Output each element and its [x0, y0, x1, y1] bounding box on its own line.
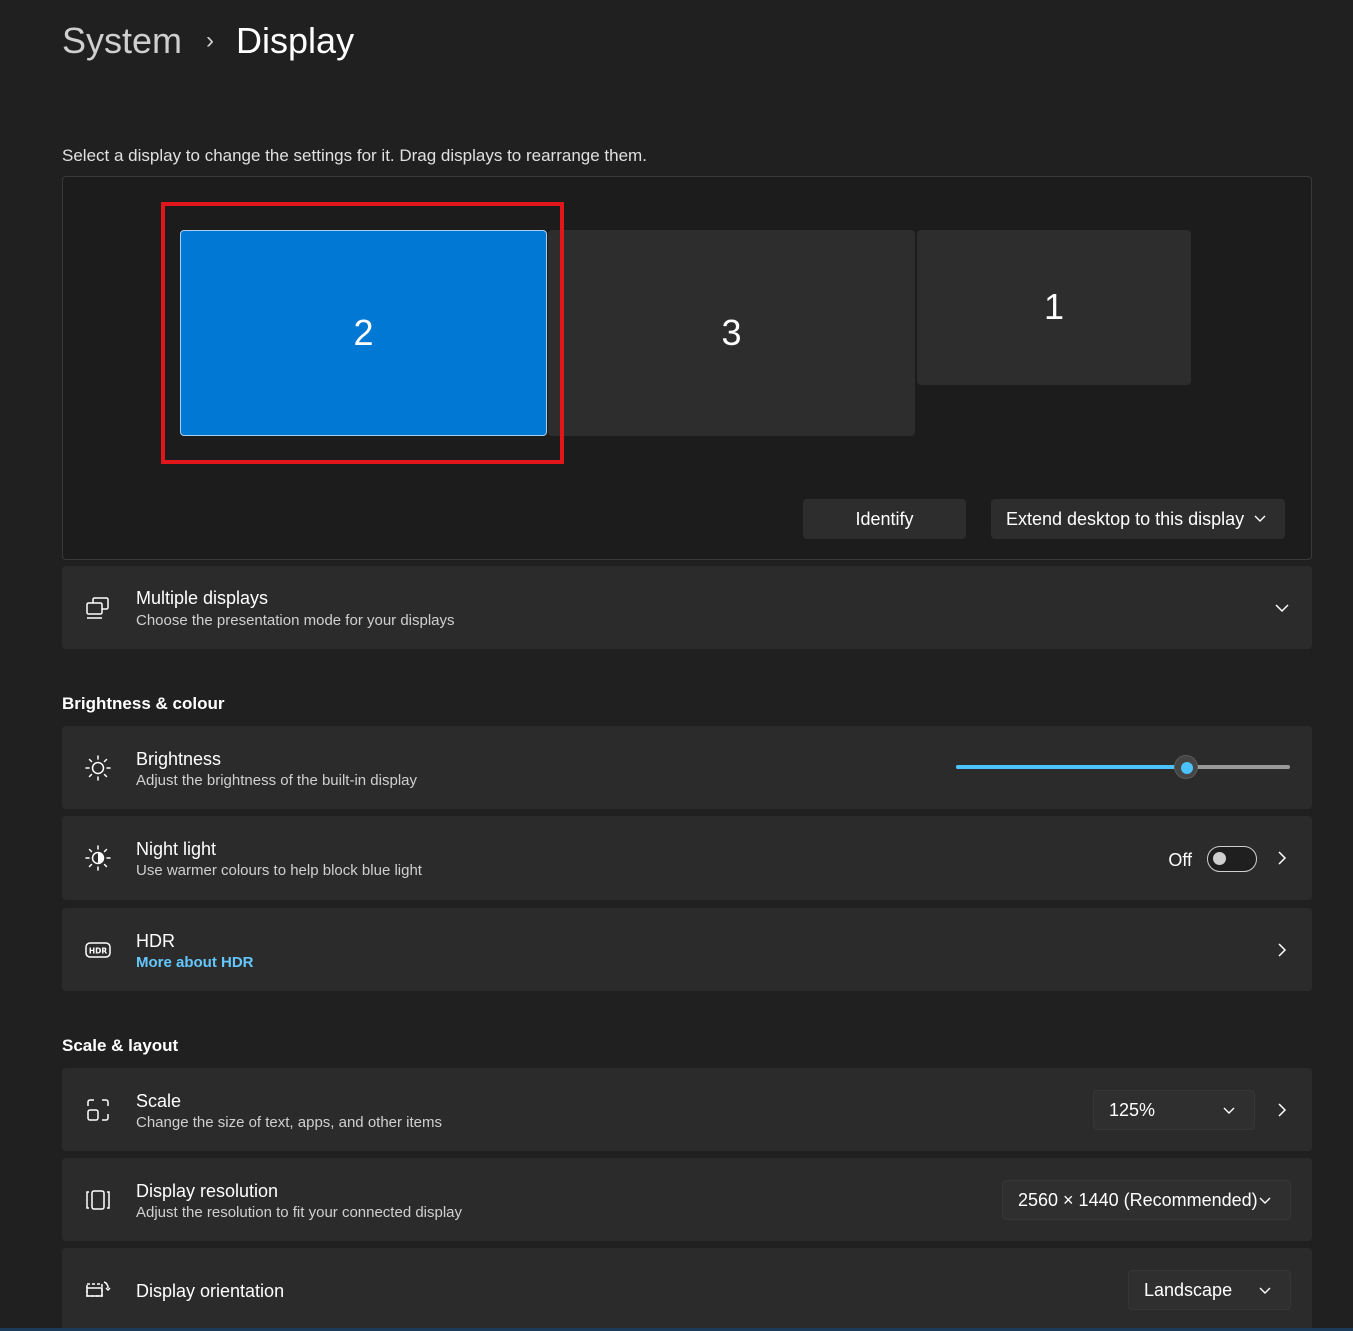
hdr-title: HDR	[136, 931, 175, 951]
resolution-subtitle: Adjust the resolution to fit your connec…	[136, 1204, 463, 1221]
multiple-displays-subtitle: Choose the presentation mode for your di…	[136, 612, 455, 629]
resolution-title: Display resolution	[136, 1181, 279, 1201]
brightness-slider-thumb[interactable]	[1174, 755, 1199, 779]
brightness-title: Brightness	[136, 749, 222, 769]
night-light-state-label: Off	[1168, 850, 1192, 870]
resolution-value: 2560 × 1440 (Recommended)	[1018, 1189, 1258, 1210]
monitor-1[interactable]: 1	[917, 230, 1191, 385]
hdr-card[interactable]: HDR HDR More about HDR	[62, 908, 1312, 991]
monitor-2[interactable]: 2	[180, 230, 547, 436]
monitor-number: 2	[353, 312, 374, 353]
breadcrumb-separator: ›	[206, 27, 215, 54]
chevron-down-icon	[1223, 1107, 1235, 1114]
scale-icon	[87, 1099, 109, 1121]
breadcrumb-system[interactable]: System	[62, 20, 182, 62]
monitor-number: 1	[1043, 285, 1065, 327]
page-title: Display	[236, 20, 355, 61]
night-light-card[interactable]: Night light Use warmer colours to help b…	[62, 816, 1312, 900]
chevron-down-icon	[1254, 515, 1266, 522]
identify-label: Identify	[855, 508, 914, 529]
chevron-down-icon	[1259, 1287, 1271, 1294]
monitor-3[interactable]: 3	[548, 230, 915, 436]
night-light-subtitle: Use warmer colours to help block blue li…	[136, 862, 422, 879]
multiple-displays-icon	[86, 597, 109, 619]
breadcrumb: System › Display	[62, 18, 354, 64]
extend-desktop-dropdown[interactable]: Extend desktop to this display	[991, 499, 1285, 539]
chevron-down-icon	[1259, 1197, 1271, 1204]
night-light-icon	[85, 845, 111, 871]
orientation-icon	[86, 1281, 111, 1297]
scale-title: Scale	[136, 1091, 182, 1111]
scale-dropdown[interactable]: 125%	[1093, 1090, 1255, 1130]
resolution-icon	[86, 1190, 110, 1210]
resolution-dropdown[interactable]: 2560 × 1440 (Recommended)	[1002, 1180, 1291, 1220]
brightness-slider-fill	[956, 765, 1187, 769]
hdr-icon: HDR	[85, 942, 111, 958]
more-about-hdr-link[interactable]: More about HDR	[136, 954, 254, 971]
brightness-slider[interactable]	[956, 755, 1290, 779]
orientation-title: Display orientation	[136, 1281, 285, 1301]
night-light-toggle[interactable]	[1207, 846, 1257, 872]
monitor-number: 3	[721, 312, 742, 353]
chevron-down-icon[interactable]	[1274, 598, 1290, 618]
settings-display-page: System › Display Select a display to cha…	[0, 0, 1353, 1331]
brightness-subtitle: Adjust the brightness of the built-in di…	[136, 772, 417, 789]
display-resolution-card: Display resolution Adjust the resolution…	[62, 1158, 1312, 1241]
chevron-right-icon[interactable]	[1274, 1100, 1290, 1120]
arrange-instructions: Select a display to change the settings …	[62, 146, 647, 165]
svg-text:HDR: HDR	[89, 947, 108, 956]
scale-card[interactable]: Scale Change the size of text, apps, and…	[62, 1068, 1312, 1151]
brightness-card: Brightness Adjust the brightness of the …	[62, 726, 1312, 809]
section-heading-scale: Scale & layout	[62, 1036, 179, 1055]
orientation-value: Landscape	[1144, 1279, 1233, 1300]
display-orientation-card: Display orientation Landscape	[62, 1248, 1312, 1331]
chevron-right-icon[interactable]	[1274, 940, 1290, 960]
identify-button[interactable]: Identify	[803, 499, 966, 539]
display-arrangement-panel: 2 3 1 Identify Extend desktop to this di…	[62, 176, 1312, 560]
chevron-right-icon[interactable]	[1274, 848, 1290, 868]
extend-desktop-label: Extend desktop to this display	[1006, 508, 1245, 529]
scale-subtitle: Change the size of text, apps, and other…	[136, 1114, 443, 1131]
orientation-dropdown[interactable]: Landscape	[1128, 1270, 1291, 1310]
section-heading-brightness: Brightness & colour	[62, 694, 225, 713]
night-light-title: Night light	[136, 839, 217, 859]
scale-value: 125%	[1109, 1099, 1156, 1120]
brightness-icon	[85, 755, 111, 781]
multiple-displays-card[interactable]: Multiple displays Choose the presentatio…	[62, 566, 1312, 649]
multiple-displays-title: Multiple displays	[136, 588, 269, 608]
